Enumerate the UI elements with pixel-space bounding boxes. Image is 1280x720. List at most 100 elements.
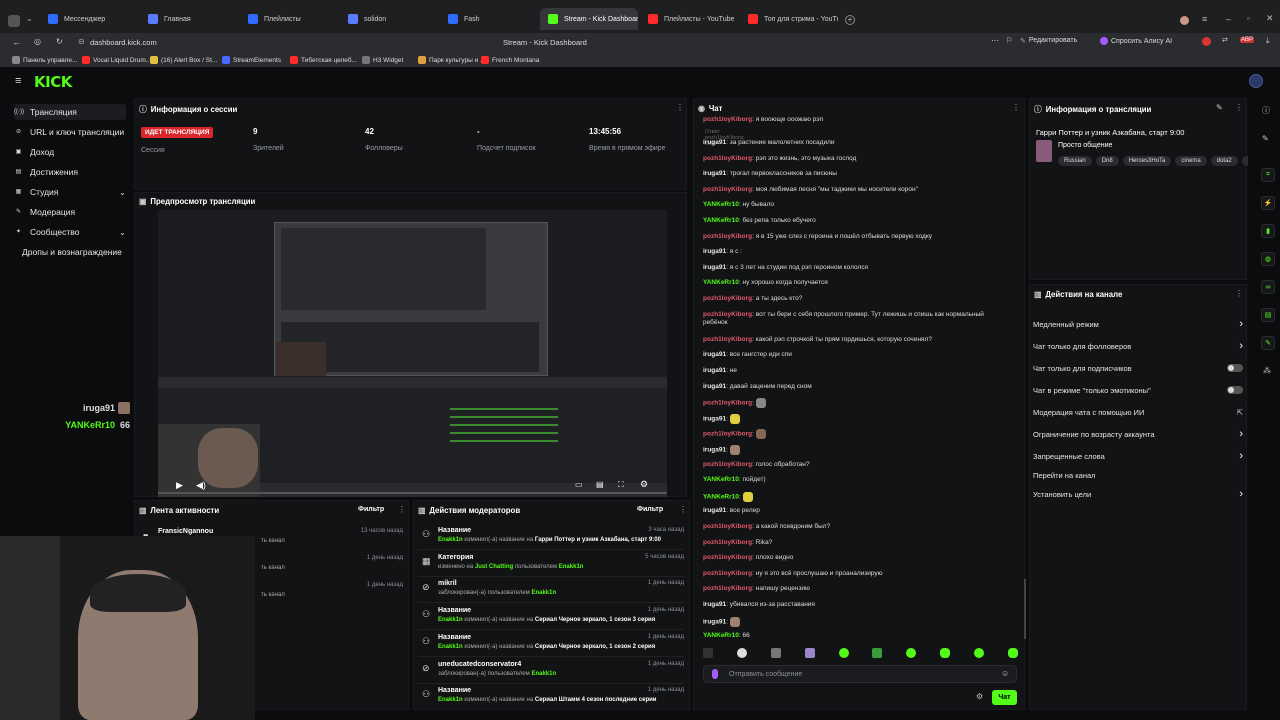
sidebar-item[interactable]: ✎ Модерация (14, 204, 126, 220)
activity-filter-button[interactable]: Фильтр (358, 506, 384, 513)
profile-avatar[interactable] (1180, 16, 1189, 25)
browser-tab[interactable]: Мессенджер (40, 8, 138, 30)
bookmark-item[interactable]: Тибетская целеб... (290, 56, 357, 64)
stream-tag[interactable]: Dn8 (1095, 156, 1119, 166)
channel-action-item[interactable]: Чат в режиме "только эмотиконы" (1033, 384, 1243, 396)
emote-icon[interactable] (974, 648, 984, 658)
chat-username[interactable]: pozh1loyKiborg (703, 400, 752, 407)
sidebar-item[interactable]: ▤ Достижения (14, 164, 126, 180)
alice-button[interactable]: Спросить Алису AI (1100, 37, 1172, 45)
browser-menu-icon[interactable] (8, 15, 20, 27)
channel-action-item[interactable]: Модерация чата с помощью ИИ ⇱ (1033, 406, 1243, 418)
chat-username[interactable]: iruga91 (703, 248, 726, 255)
chat-username[interactable]: YANKeRr10 (703, 632, 739, 639)
chat-username[interactable]: pozh1loyKiborg (703, 585, 752, 592)
chat-scrollbar[interactable] (1024, 579, 1026, 639)
rail-nodes-icon[interactable]: ⁂ (1263, 366, 1271, 375)
browser-tab[interactable]: Fash (440, 8, 538, 30)
bookmark-item[interactable]: (16) Alert Box / St... (150, 56, 217, 64)
emote-icon[interactable] (804, 648, 815, 658)
chat-username[interactable]: iruga91 (703, 139, 726, 146)
chat-username[interactable]: iruga91 (703, 601, 726, 608)
chat-username[interactable]: pozh1loyKiborg (703, 186, 752, 193)
chat-username[interactable]: pozh1loyKiborg (703, 233, 752, 240)
bookmark-item[interactable]: Панель управле... (12, 56, 77, 64)
bookmark-item[interactable]: StreamElements (222, 56, 281, 64)
fullscreen-icon[interactable]: ⛶ (618, 480, 624, 490)
chat-username[interactable]: pozh1loyKiborg (703, 431, 752, 438)
chat-username[interactable]: pozh1loyKiborg (703, 570, 752, 577)
chat-username[interactable]: iruga91 (703, 367, 726, 374)
rail-shop-icon[interactable]: ▤ (1261, 308, 1275, 322)
channel-action-item[interactable]: Чат только для фолловеров › (1033, 340, 1243, 352)
maximize-icon[interactable]: ▫ (1247, 14, 1250, 23)
browser-tab[interactable]: Главная (140, 8, 238, 30)
chat-username[interactable]: pozh1loyKiborg (703, 539, 752, 546)
chat-username[interactable]: iruga91 (703, 618, 726, 625)
sidebar-item[interactable]: ⊘ URL и ключ трансляции (14, 124, 126, 140)
chat-username[interactable]: iruga91 (703, 264, 726, 271)
emote-icon[interactable] (838, 648, 849, 658)
chat-username[interactable]: iruga91 (703, 416, 726, 423)
pip-icon[interactable]: ▭ (575, 480, 583, 489)
activity-menu-icon[interactable]: ⋮ (398, 505, 406, 514)
adblock-icon[interactable]: ABP (1240, 37, 1255, 43)
chat-input[interactable]: Отправить сообщение ☺ (703, 665, 1017, 683)
sidebar-item[interactable]: Дропы и вознаграждение (22, 244, 134, 260)
kick-logo[interactable]: KICK (34, 73, 72, 91)
session-menu-icon[interactable]: ⋮ (676, 103, 684, 112)
chat-username[interactable]: pozh1loyKiborg (703, 523, 752, 530)
emote-icon[interactable] (906, 648, 917, 658)
chat-username[interactable]: pozh1loyKiborg (703, 295, 752, 302)
extension-red-icon[interactable] (1202, 37, 1211, 46)
toggle-switch[interactable] (1227, 364, 1243, 372)
channel-actions-menu-icon[interactable]: ⋮ (1235, 289, 1243, 298)
rail-clipboard-icon[interactable]: ▮ (1261, 224, 1275, 238)
chat-username[interactable]: iruga91 (703, 383, 726, 390)
chat-username[interactable]: pozh1loyKiborg (703, 461, 752, 468)
chat-username[interactable]: iruga91 (703, 351, 726, 358)
bookmark-icon[interactable]: ⚐ (1006, 36, 1013, 45)
bookmark-item[interactable]: H3 Widget (362, 56, 403, 64)
mic-icon[interactable] (712, 669, 718, 679)
rail-wrench-icon[interactable]: ✎ (1261, 336, 1275, 350)
shield-icon[interactable]: ◎ (34, 37, 41, 46)
emote-icon[interactable] (940, 648, 951, 658)
chat-username[interactable]: YANKeRr10 (703, 217, 739, 224)
emote-icon[interactable] (872, 648, 883, 658)
browser-tab[interactable]: Stream - Kick Dashboard✕ (540, 8, 638, 30)
rail-chat-icon[interactable]: ◍ (1261, 252, 1275, 266)
close-window-icon[interactable]: ✕ (1266, 13, 1274, 24)
stream-video[interactable]: ▶ ◀) ▭ ▤ ⛶ ⚙ (158, 210, 667, 497)
chat-username[interactable]: pozh1loyKiborg (703, 336, 752, 343)
stream-tag[interactable]: dota2 (1210, 156, 1238, 166)
chat-menu-icon[interactable]: ⋮ (1012, 103, 1020, 112)
browser-tab[interactable]: solidon (340, 8, 438, 30)
browser-tab[interactable]: Плейлисты - YouTube (640, 8, 738, 30)
rail-bolt-icon[interactable]: ⚡ (1261, 196, 1275, 210)
chat-send-button[interactable]: Чат (992, 690, 1017, 705)
download-icon[interactable]: ⤓ (1266, 36, 1270, 46)
help-icon[interactable]: ⓘ (1262, 105, 1270, 116)
emote-icon[interactable] (703, 648, 713, 658)
stream-tag[interactable]: Heroes3HoTa (1122, 156, 1172, 166)
channel-action-item[interactable]: Медленный режим › (1033, 318, 1243, 330)
sidebar-item[interactable]: ✦ Сообщество ⌄ (14, 224, 126, 240)
edit-stream-icon[interactable]: ✎ (1216, 103, 1223, 112)
pen-icon[interactable]: ✎ (1262, 134, 1269, 143)
theatre-icon[interactable]: ▤ (596, 480, 604, 489)
emote-icon[interactable] (736, 648, 747, 658)
chat-username[interactable]: YANKeRr10 (703, 494, 739, 501)
emoji-picker-icon[interactable]: ☺ (1001, 669, 1009, 678)
emote-icon[interactable] (770, 648, 781, 658)
chat-username[interactable]: YANKeRr10 (703, 476, 739, 483)
chat-username[interactable]: iruga91 (703, 447, 726, 454)
chat-username[interactable]: pozh1loyKiborg (703, 311, 752, 318)
back-icon[interactable]: ← (12, 37, 21, 47)
more-icon[interactable]: ⋯ (991, 36, 999, 45)
window-menu-icon[interactable]: ≡ (1202, 14, 1207, 24)
chat-settings-icon[interactable]: ⚙ (976, 692, 983, 701)
user-avatar[interactable] (1249, 74, 1263, 88)
chat-username[interactable]: YANKeRr10 (703, 279, 739, 286)
browser-tab[interactable]: Плейлисты (240, 8, 338, 30)
